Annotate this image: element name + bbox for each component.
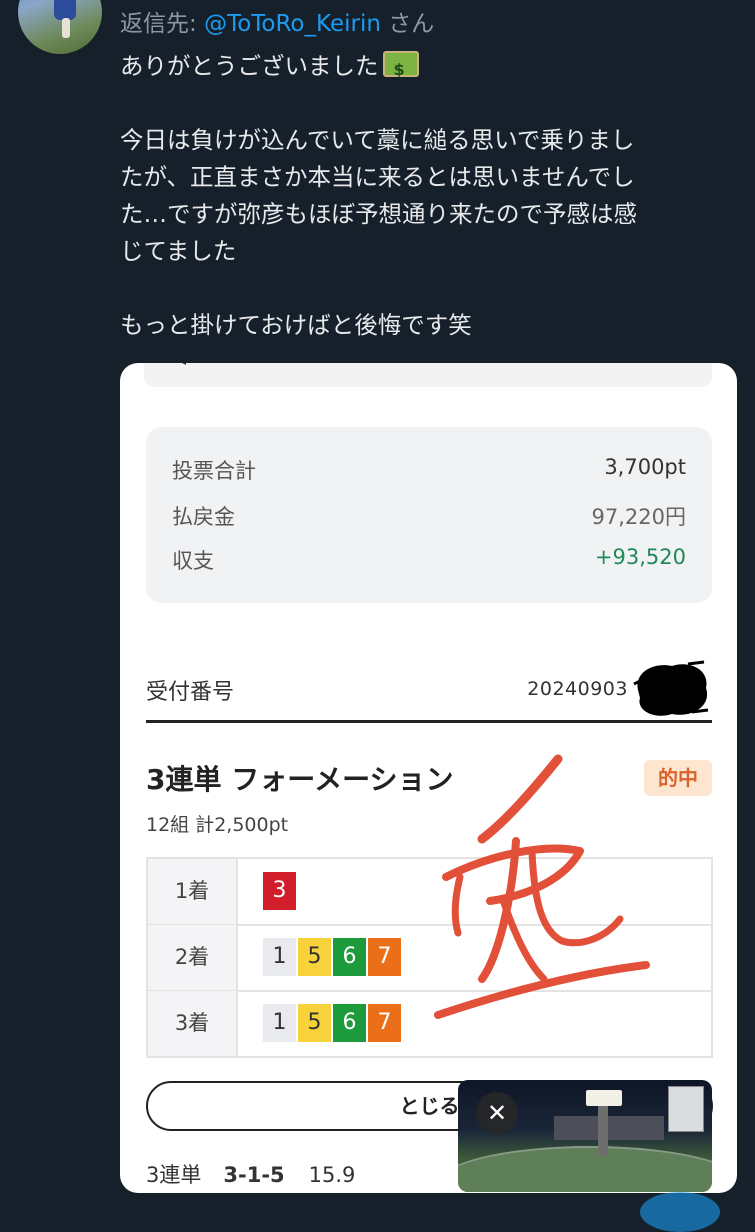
bike-number: 6 xyxy=(333,1004,366,1042)
reply-prefix: 返信先: xyxy=(120,11,205,37)
receipt-number-row: 受付番号 20240903 xyxy=(146,660,712,723)
scoreboard xyxy=(668,1086,704,1132)
reply-suffix: さん xyxy=(380,11,435,37)
tweet-line: 今日は負けが込んでいて藁に縋る思いで乗りまし xyxy=(120,126,635,154)
picture-in-picture-video[interactable]: ✕ xyxy=(458,1080,712,1192)
close-icon[interactable]: ✕ xyxy=(476,1092,518,1134)
attached-screenshot[interactable]: 投票合計 3,700pt 払戻金 97,220円 収支 +93,520 受付番号… xyxy=(120,363,737,1193)
bike-number: 7 xyxy=(368,938,401,976)
bet-type-title: 3連単 フォーメーション xyxy=(146,763,454,796)
bike-number: 5 xyxy=(298,1004,331,1042)
bike-number: 7 xyxy=(368,1004,401,1042)
redaction-scribble xyxy=(633,660,709,716)
summary-row-balance: 収支 +93,520 xyxy=(172,545,686,573)
formation-table: 1着 3 2着 1 5 6 7 3着 1 5 6 7 xyxy=(146,857,713,1058)
bike-number: 5 xyxy=(298,938,331,976)
tweet-text: ありがとうございました 今日は負けが込んでいて藁に縋る思いで乗りまし たが、正直… xyxy=(120,48,740,344)
bet-detail: 12組 計2,500pt xyxy=(146,814,289,836)
avatar[interactable] xyxy=(18,0,102,54)
formation-row-1st: 1着 3 xyxy=(148,859,711,926)
avatar-figure xyxy=(54,0,76,20)
cropped-ticket-header xyxy=(144,363,712,387)
reply-to-line: 返信先: @ToToRo_Keirin さん xyxy=(120,4,434,38)
tweet-line: たが、正直まさか本当に来るとは思いませんでし xyxy=(120,163,635,191)
formation-row-2nd: 2着 1 5 6 7 xyxy=(148,925,711,992)
back-arrow-icon xyxy=(172,363,186,365)
money-banknote-icon xyxy=(382,51,419,88)
bike-number: 1 xyxy=(263,938,296,976)
summary-row-payout: 払戻金 97,220円 xyxy=(172,505,686,529)
reply-handle-link[interactable]: @ToToRo_Keirin xyxy=(204,11,381,37)
tweet-line: もっと掛けておけばと後悔です笑 xyxy=(120,311,472,339)
bike-number: 3 xyxy=(263,872,296,910)
compose-button[interactable] xyxy=(640,1192,720,1232)
result-line: 3連単 3-1-5 15.9 xyxy=(146,1163,356,1187)
hit-badge: 的中 xyxy=(644,760,712,796)
avatar-figure-leg xyxy=(62,18,70,38)
bike-number: 6 xyxy=(333,938,366,976)
summary-row-total: 投票合計 3,700pt xyxy=(172,455,686,483)
purchase-summary-box: 投票合計 3,700pt 払戻金 97,220円 収支 +93,520 xyxy=(146,427,712,603)
bike-number: 1 xyxy=(263,1004,296,1042)
tweet-line: じてました xyxy=(120,237,237,265)
tweet-line: た…ですが弥彦もほぼ予想通り来たので予感は感 xyxy=(120,200,637,228)
tweet-line: ありがとうございました xyxy=(120,48,740,88)
formation-row-3rd: 3着 1 5 6 7 xyxy=(148,991,711,1056)
